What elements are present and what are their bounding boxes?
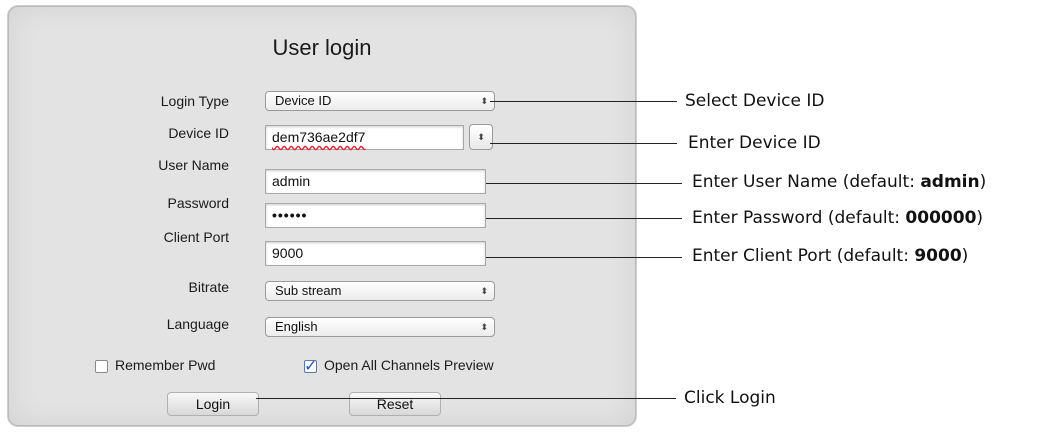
bitrate-select[interactable]: Sub stream ⬍ bbox=[265, 281, 495, 301]
device-id-value: dem736ae2df7 bbox=[272, 129, 366, 145]
user-name-value: admin bbox=[272, 173, 311, 189]
language-label: Language bbox=[166, 316, 229, 332]
callout-line-click-login bbox=[256, 398, 676, 399]
login-type-label: Login Type bbox=[160, 93, 229, 109]
stepper-arrows-icon: ⬍ bbox=[477, 132, 485, 142]
callout-enter-client-port: Enter Client Port (default: 9000) bbox=[692, 246, 969, 266]
device-id-label: Device ID bbox=[168, 125, 229, 141]
password-value: •••••• bbox=[272, 207, 308, 223]
callout-line-enter-user-name bbox=[486, 183, 682, 184]
client-port-label: Client Port bbox=[163, 229, 229, 245]
callout-click-login: Click Login bbox=[684, 388, 776, 408]
language-select[interactable]: English ⬍ bbox=[265, 317, 495, 337]
login-type-select[interactable]: Device ID ⬍ bbox=[265, 91, 495, 111]
device-id-stepper[interactable]: ⬍ bbox=[469, 124, 493, 150]
callout-enter-user-name: Enter User Name (default: admin) bbox=[692, 172, 987, 192]
bitrate-value: Sub stream bbox=[275, 283, 342, 298]
callout-line-select-device-id bbox=[490, 101, 677, 102]
password-label: Password bbox=[167, 195, 229, 211]
dialog-title: User login bbox=[272, 35, 372, 60]
remember-pwd-checkbox[interactable] bbox=[95, 360, 108, 373]
user-name-label: User Name bbox=[158, 157, 229, 173]
open-all-channels-checkbox[interactable]: ✓ bbox=[304, 358, 317, 375]
callout-enter-device-id: Enter Device ID bbox=[688, 133, 821, 153]
callout-line-enter-password bbox=[486, 218, 682, 219]
select-arrows-icon: ⬍ bbox=[480, 322, 488, 332]
login-type-value: Device ID bbox=[275, 93, 332, 108]
callout-select-device-id: Select Device ID bbox=[685, 91, 825, 111]
callout-line-enter-client-port bbox=[486, 257, 682, 258]
open-all-channels-label[interactable]: Open All Channels Preview bbox=[324, 357, 494, 373]
remember-pwd-label[interactable]: Remember Pwd bbox=[115, 357, 215, 373]
checkmark-icon: ✓ bbox=[304, 358, 318, 375]
client-port-input[interactable]: 9000 bbox=[265, 241, 486, 266]
client-port-value: 9000 bbox=[272, 245, 304, 261]
language-value: English bbox=[275, 319, 318, 334]
callout-line-enter-device-id bbox=[490, 143, 677, 144]
password-input[interactable]: •••••• bbox=[265, 203, 486, 228]
reset-button[interactable]: Reset bbox=[349, 392, 441, 416]
device-id-input[interactable]: dem736ae2df7 bbox=[265, 125, 464, 150]
bitrate-label: Bitrate bbox=[188, 279, 229, 295]
callout-enter-password: Enter Password (default: 000000) bbox=[692, 208, 984, 228]
login-button[interactable]: Login bbox=[167, 392, 259, 416]
user-login-dialog: User login Login Type Device ID ⬍ Device… bbox=[8, 6, 636, 426]
select-arrows-icon: ⬍ bbox=[480, 286, 488, 296]
select-arrows-icon: ⬍ bbox=[480, 96, 488, 106]
user-name-input[interactable]: admin bbox=[265, 169, 486, 194]
